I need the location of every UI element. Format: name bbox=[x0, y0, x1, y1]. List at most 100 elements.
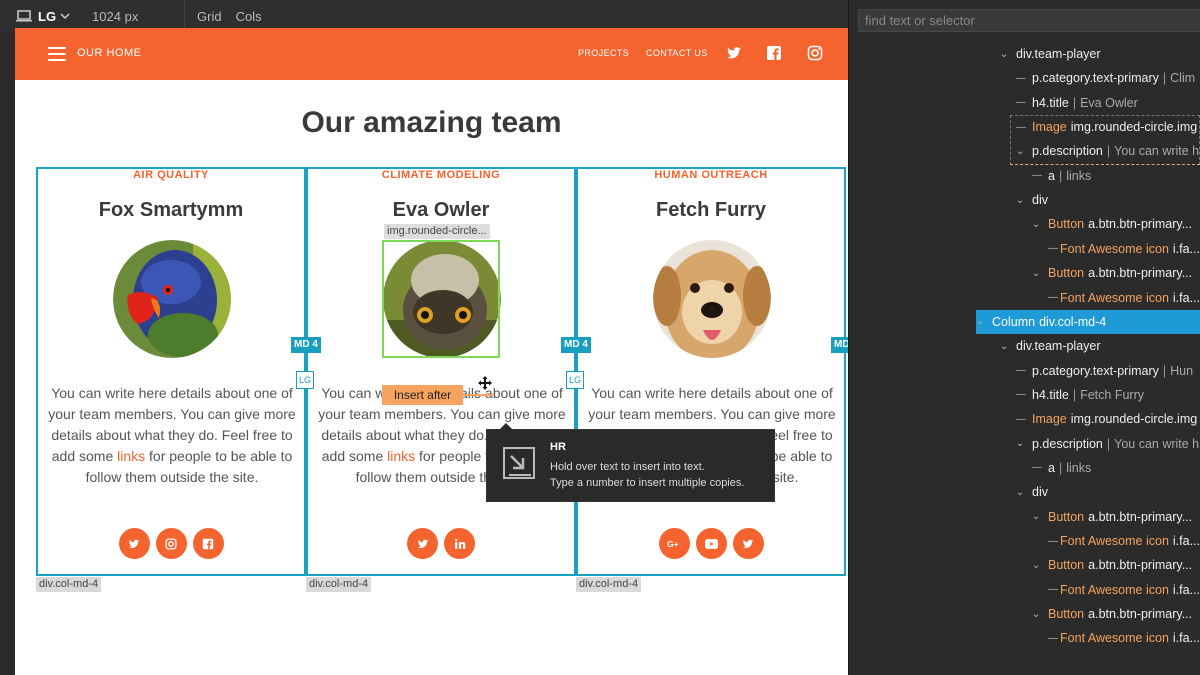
chevron-down-icon[interactable]: ⌄ bbox=[1016, 195, 1032, 206]
tree-row-text: Eva Owler bbox=[1080, 95, 1138, 110]
tree-row-type: Image bbox=[1032, 412, 1067, 427]
tree-row[interactable]: — h4.title | Fetch Furry bbox=[1016, 383, 1200, 407]
description-link[interactable]: links bbox=[117, 448, 145, 464]
tree-row[interactable]: — Font Awesome icon i.fa... bbox=[1048, 626, 1200, 650]
instagram-icon bbox=[165, 537, 177, 550]
tree-row-separator: | bbox=[1106, 144, 1111, 159]
nav-link-contact[interactable]: CONTACT US bbox=[646, 48, 708, 58]
tree-row[interactable]: ⌄ Button a.btn.btn-primary... bbox=[1032, 212, 1200, 236]
member-name: Fetch Furry bbox=[655, 199, 767, 221]
instagram-icon[interactable] bbox=[807, 45, 823, 61]
chevron-down-icon[interactable]: ⌄ bbox=[1016, 146, 1032, 157]
search-input[interactable]: find text or selector bbox=[858, 9, 1200, 32]
chevron-down-icon[interactable]: ⌄ bbox=[1032, 268, 1048, 279]
column-label-2: div.col-md-4 bbox=[306, 577, 372, 592]
tree-row[interactable]: ⌄ div.team-player bbox=[1000, 42, 1200, 66]
width-label: 1024 px bbox=[92, 8, 139, 24]
chevron-down-icon[interactable]: ⌄ bbox=[976, 316, 992, 327]
tree-row-element: i.fa... bbox=[1172, 631, 1200, 646]
tree-row-type: Font Awesome icon bbox=[1060, 290, 1169, 305]
hamburger-icon[interactable] bbox=[48, 47, 66, 61]
tree-row[interactable]: ⌄ Button a.btn.btn-primary... bbox=[1032, 505, 1200, 529]
tree-row-type: Font Awesome icon bbox=[1060, 631, 1169, 646]
tree-row[interactable]: — p.category.text-primary | Clim bbox=[1016, 66, 1200, 90]
tree-row-element: h4.title bbox=[1032, 387, 1069, 402]
team-column-1[interactable]: AIR QUALITY Fox Smartymm You can write h… bbox=[36, 167, 306, 576]
tree-row[interactable]: — Font Awesome icon i.fa... bbox=[1048, 237, 1200, 261]
tree-row[interactable]: — a | links bbox=[1032, 456, 1200, 480]
chevron-down-icon[interactable]: ⌄ bbox=[1032, 560, 1048, 571]
tooltip-title: HR bbox=[550, 441, 566, 453]
tree-row-element: div.team-player bbox=[1016, 339, 1101, 354]
dash-icon: — bbox=[1016, 97, 1026, 109]
tree-row[interactable]: ⌄ div bbox=[1016, 188, 1200, 212]
twitter-button[interactable] bbox=[732, 528, 764, 559]
cols-toggle[interactable]: Cols bbox=[236, 9, 262, 24]
tree-row[interactable]: ⌄ Button a.btn.btn-primary... bbox=[1032, 261, 1200, 285]
linkedin-button[interactable] bbox=[444, 528, 475, 559]
chevron-down-icon[interactable]: ⌄ bbox=[1016, 487, 1032, 498]
tree-row[interactable]: — Image img.rounded-circle.img bbox=[1016, 115, 1200, 139]
linkedin-icon bbox=[454, 538, 465, 549]
chevron-down-icon[interactable]: ⌄ bbox=[1032, 511, 1048, 522]
dash-icon: — bbox=[1016, 389, 1026, 401]
category-label: AIR QUALITY bbox=[133, 169, 209, 181]
team-column-3[interactable]: HUMAN OUTREACH Fetch Furry You can write… bbox=[576, 167, 846, 576]
md-badge[interactable]: MD 4 bbox=[291, 337, 321, 353]
image-selection-box bbox=[382, 240, 500, 358]
twitter-icon bbox=[128, 539, 140, 548]
tree-row[interactable]: — p.category.text-primary | Hun bbox=[1016, 359, 1200, 383]
tree-row-element: i.fa... bbox=[1172, 290, 1200, 305]
facebook-button[interactable] bbox=[192, 528, 224, 559]
tree-row[interactable]: — h4.title | Eva Owler bbox=[1016, 91, 1200, 115]
tree-row-element: i.fa... bbox=[1172, 534, 1200, 548]
tree-row[interactable]: ⌄ div bbox=[1016, 480, 1200, 504]
tree-row[interactable]: ⌄ p.description | You can write h bbox=[1016, 432, 1200, 456]
lg-badge[interactable]: LG bbox=[566, 371, 584, 389]
twitter-button[interactable] bbox=[407, 528, 438, 559]
nav-link-projects[interactable]: PROJECTS bbox=[578, 48, 629, 58]
md-badge[interactable]: MD 4 bbox=[561, 337, 591, 353]
tree-row[interactable]: ⌄ div.team-player bbox=[1000, 334, 1200, 358]
tree-row[interactable]: ⌄ Button a.btn.btn-primary... bbox=[1032, 602, 1200, 626]
facebook-icon[interactable] bbox=[766, 45, 782, 61]
tree-row-separator: | bbox=[1162, 363, 1167, 378]
social-buttons: G+ bbox=[578, 528, 844, 559]
tree-row[interactable]: ⌄ p.description | You can write h bbox=[1016, 139, 1200, 163]
tree-row-element: div.col-md-4 bbox=[1039, 314, 1107, 329]
twitter-button[interactable] bbox=[118, 528, 150, 559]
description-link[interactable]: links bbox=[387, 448, 415, 464]
brand-link[interactable]: OUR HOME bbox=[77, 47, 142, 59]
tree-row-element: a.btn.btn-primary... bbox=[1088, 558, 1193, 573]
dash-icon: — bbox=[1032, 170, 1042, 182]
chevron-down-icon[interactable]: ⌄ bbox=[1016, 438, 1032, 449]
instagram-button[interactable] bbox=[155, 528, 187, 559]
youtube-button[interactable] bbox=[695, 528, 727, 559]
device-label: LG bbox=[38, 8, 57, 24]
tree-row[interactable]: ⌄ Button a.btn.btn-primary... bbox=[1032, 553, 1200, 577]
chevron-down-icon[interactable]: ⌄ bbox=[1032, 609, 1048, 620]
chevron-down-icon[interactable]: ⌄ bbox=[1000, 49, 1016, 60]
tree-row[interactable]: — Font Awesome icon i.fa... bbox=[1048, 578, 1200, 602]
avatar-dog[interactable] bbox=[653, 240, 771, 358]
lg-badge[interactable]: LG bbox=[296, 371, 314, 389]
google-plus-button[interactable]: G+ bbox=[658, 528, 690, 559]
md-badge[interactable]: MD 4 bbox=[831, 337, 848, 353]
tree-row[interactable]: ⌄ Column div.col-md-4 bbox=[976, 309, 1200, 334]
twitter-icon[interactable] bbox=[726, 45, 742, 61]
chevron-down-icon[interactable]: ⌄ bbox=[1000, 341, 1016, 352]
svg-text:G+: G+ bbox=[667, 539, 679, 549]
tree-row[interactable]: — Font Awesome icon i.fa... bbox=[1048, 286, 1200, 310]
chevron-down-icon[interactable]: ⌄ bbox=[1032, 219, 1048, 230]
tree-row[interactable]: — Font Awesome icon i.fa... bbox=[1048, 529, 1200, 553]
tree-row-element: div bbox=[1032, 485, 1048, 500]
grid-toggle[interactable]: Grid bbox=[197, 9, 222, 24]
avatar-parrot[interactable] bbox=[113, 240, 231, 358]
tooltip-line-1: Hold over text to insert into text. bbox=[550, 461, 705, 473]
member-name: Fox Smartymm bbox=[98, 199, 244, 221]
tree-row[interactable]: — a | links bbox=[1032, 164, 1200, 188]
tree-row-type: Button bbox=[1048, 558, 1085, 573]
tree-row-element: p.category.text-primary bbox=[1032, 71, 1159, 86]
tree-row[interactable]: — Image img.rounded-circle.img bbox=[1016, 407, 1200, 431]
site-navbar: OUR HOME PROJECTS CONTACT US bbox=[15, 28, 848, 80]
